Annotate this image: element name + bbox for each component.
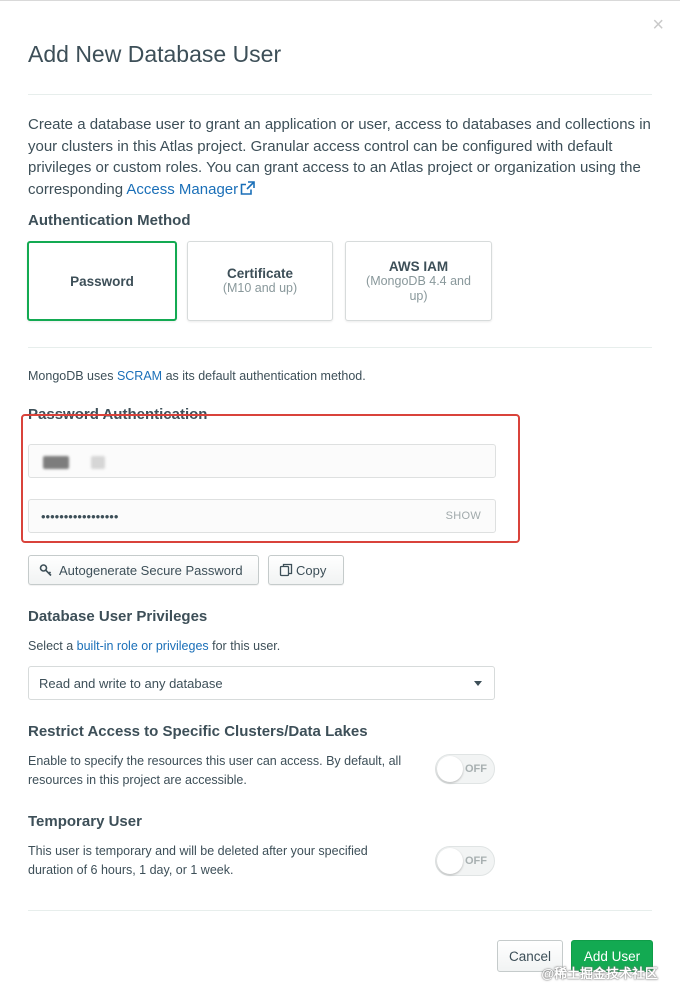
privileges-hint: Select a built-in role or privileges for… xyxy=(28,637,280,656)
auth-option-name: Password xyxy=(70,273,134,289)
access-manager-link-label: Access Manager xyxy=(126,180,239,198)
built-in-role-link[interactable]: built-in role or privileges xyxy=(77,639,209,653)
auth-option-name: AWS IAM xyxy=(388,258,449,274)
divider xyxy=(28,347,652,348)
privileges-select[interactable]: Read and write to any database xyxy=(28,666,495,700)
watermark: @稀土掘金技术社区 xyxy=(541,966,658,981)
auth-option-password[interactable]: Password xyxy=(27,241,177,321)
authentication-method-label: Authentication Method xyxy=(28,212,191,229)
auth-option-aws-iam[interactable]: AWS IAM (MongoDB 4.4 and up) xyxy=(345,241,492,321)
temporary-user-description: This user is temporary and will be delet… xyxy=(28,844,368,877)
scram-note-suffix: as its default authentication method. xyxy=(162,369,366,383)
caret-down-icon xyxy=(474,681,482,686)
key-icon xyxy=(39,563,53,577)
restrict-access-description: Enable to specify the resources this use… xyxy=(28,754,402,787)
database-user-privileges-label: Database User Privileges xyxy=(28,608,208,625)
auth-option-sub: (MongoDB 4.4 and up) xyxy=(366,273,471,303)
autogenerate-password-label: Autogenerate Secure Password xyxy=(59,562,243,578)
toggle-state-label: OFF xyxy=(465,855,487,867)
copy-icon xyxy=(279,563,293,577)
toggle-state-label: OFF xyxy=(465,763,487,775)
annotation-highlight-box xyxy=(21,414,520,543)
privileges-hint-suffix: for this user. xyxy=(208,639,281,653)
scram-link[interactable]: SCRAM xyxy=(117,369,162,383)
auth-option-certificate[interactable]: Certificate (M10 and up) xyxy=(187,241,333,321)
close-icon[interactable]: × xyxy=(652,15,664,35)
scram-note: MongoDB uses SCRAM as its default authen… xyxy=(28,367,366,386)
privileges-selected-value: Read and write to any database xyxy=(39,675,223,691)
restrict-access-toggle[interactable]: OFF xyxy=(435,754,495,784)
intro-text: Create a database user to grant an appli… xyxy=(28,114,653,200)
divider xyxy=(28,94,652,95)
intro-body: Create a database user to grant an appli… xyxy=(28,116,651,198)
copy-button[interactable]: Copy xyxy=(268,555,344,585)
scram-note-prefix: MongoDB uses xyxy=(28,369,117,383)
restrict-access-label: Restrict Access to Specific Clusters/Dat… xyxy=(28,723,368,740)
temporary-user-toggle[interactable]: OFF xyxy=(435,846,495,876)
copy-label: Copy xyxy=(296,562,327,578)
modal-title: Add New Database User xyxy=(28,41,282,67)
external-link-icon xyxy=(240,180,255,195)
auth-option-name: Certificate xyxy=(226,266,294,281)
toggle-knob xyxy=(437,756,463,782)
auth-option-sub: (M10 and up) xyxy=(222,281,298,295)
temporary-user-label: Temporary User xyxy=(28,813,142,830)
add-database-user-modal: × Add New Database User Create a databas… xyxy=(0,0,680,1002)
divider xyxy=(28,910,652,911)
toggle-knob xyxy=(437,848,463,874)
access-manager-link[interactable]: Access Manager xyxy=(126,181,255,198)
privileges-hint-prefix: Select a xyxy=(28,639,77,653)
autogenerate-password-button[interactable]: Autogenerate Secure Password xyxy=(28,555,259,585)
